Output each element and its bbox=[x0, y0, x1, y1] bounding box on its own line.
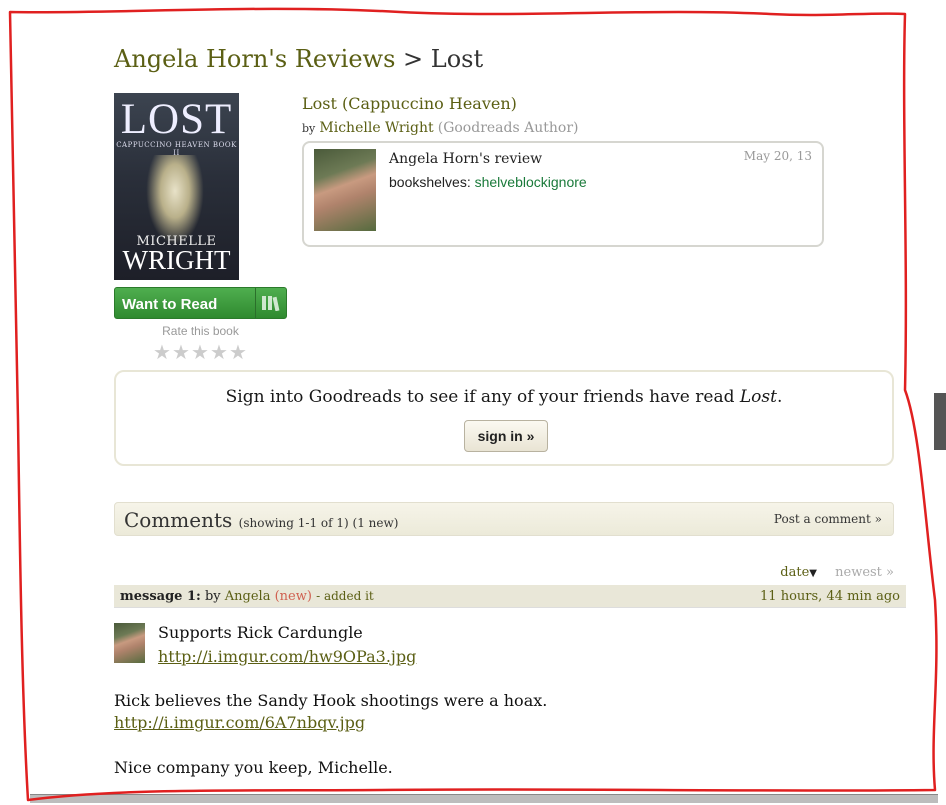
message-by: by bbox=[204, 589, 221, 604]
comments-header-bar: Comments (showing 1-1 of 1) (1 new) Post… bbox=[114, 502, 894, 536]
book-title-link[interactable]: Lost (Cappuccino Heaven) bbox=[302, 94, 517, 113]
signin-text-suffix: . bbox=[776, 387, 783, 407]
message-link-1[interactable]: http://i.imgur.com/hw9OPa3.jpg bbox=[158, 647, 416, 666]
rating-stars[interactable]: ★ ★ ★ ★ ★ bbox=[153, 342, 248, 362]
review-box: Angela Horn's review bookshelves: shelve… bbox=[302, 141, 824, 247]
signin-prompt-text: Sign into Goodreads to see if any of you… bbox=[116, 387, 892, 407]
breadcrumb-separator: > bbox=[403, 45, 424, 73]
book-byline: by Michelle Wright (Goodreads Author) bbox=[302, 120, 578, 136]
signin-text-prefix: Sign into Goodreads to see if any of you… bbox=[225, 387, 740, 407]
reviewer-reviews-link[interactable]: Angela Horn's Reviews bbox=[114, 45, 395, 73]
star-icon[interactable]: ★ bbox=[153, 342, 172, 362]
message-line-2: Rick believes the Sandy Hook shootings w… bbox=[114, 691, 548, 710]
goodreads-author-tag: (Goodreads Author) bbox=[437, 120, 579, 136]
commenter-avatar[interactable] bbox=[114, 623, 145, 663]
new-badge: (new) bbox=[274, 589, 312, 604]
want-to-read-button[interactable]: Want to Read bbox=[114, 287, 287, 319]
breadcrumb-book-title: Lost bbox=[430, 45, 484, 73]
message-line-3: Nice company you keep, Michelle. bbox=[114, 758, 393, 777]
star-icon[interactable]: ★ bbox=[172, 342, 191, 362]
sort-newest-link[interactable]: newest » bbox=[835, 565, 894, 580]
bookshelf-icon[interactable] bbox=[261, 295, 281, 311]
cover-title-text: LOST bbox=[120, 96, 233, 143]
signin-text-book: Lost bbox=[739, 387, 777, 407]
star-icon[interactable]: ★ bbox=[191, 342, 210, 362]
signin-prompt-box: Sign into Goodreads to see if any of you… bbox=[114, 370, 894, 466]
comments-count: (showing 1-1 of 1) (1 new) bbox=[238, 516, 399, 530]
message-timestamp[interactable]: 11 hours, 44 min ago bbox=[760, 589, 900, 604]
want-to-read-label: Want to Read bbox=[122, 296, 218, 313]
sign-in-button[interactable]: sign in » bbox=[464, 420, 548, 452]
book-cover-image[interactable]: LOST CAPPUCCINO HEAVEN BOOK II MICHELLE … bbox=[114, 93, 239, 280]
comments-heading: Comments (showing 1-1 of 1) (1 new) bbox=[124, 508, 398, 532]
comments-heading-text: Comments bbox=[124, 508, 233, 532]
button-divider bbox=[255, 288, 256, 318]
message-link-2[interactable]: http://i.imgur.com/6A7nbqv.jpg bbox=[114, 713, 365, 732]
cover-author-last: WRIGHT bbox=[122, 245, 231, 275]
review-date: May 20, 13 bbox=[743, 149, 812, 163]
cover-figure-art bbox=[146, 155, 204, 245]
byline-by: by bbox=[302, 122, 316, 135]
horizontal-scrollbar[interactable] bbox=[30, 794, 938, 803]
caret-down-icon[interactable]: ▼ bbox=[809, 568, 817, 579]
bookshelves-line: bookshelves: shelveblockignore bbox=[389, 174, 587, 190]
message-header: message 1: by Angela (new) - added it 11… bbox=[114, 585, 906, 608]
message-shelf-action: - added it bbox=[316, 589, 374, 603]
message-meta: message 1: by Angela (new) - added it bbox=[120, 589, 374, 604]
review-title: Angela Horn's review bbox=[389, 151, 543, 167]
star-icon[interactable]: ★ bbox=[210, 342, 229, 362]
page-title: Angela Horn's Reviews > Lost bbox=[114, 45, 483, 73]
scrollbar[interactable] bbox=[934, 393, 946, 450]
bookshelves-label: bookshelves: bbox=[389, 174, 471, 190]
shelf-link[interactable]: shelveblockignore bbox=[475, 174, 587, 190]
author-link[interactable]: Michelle Wright bbox=[319, 120, 433, 136]
comment-sort-controls: date▼ newest » bbox=[780, 565, 894, 580]
post-comment-link[interactable]: Post a comment » bbox=[774, 512, 882, 526]
message-user-link[interactable]: Angela bbox=[225, 589, 271, 604]
reviewer-avatar[interactable] bbox=[314, 149, 376, 231]
rate-this-book-label: Rate this book bbox=[162, 324, 239, 338]
message-line-1: Supports Rick Cardungle bbox=[158, 623, 363, 642]
message-number[interactable]: message 1: bbox=[120, 589, 201, 604]
star-icon[interactable]: ★ bbox=[229, 342, 248, 362]
sort-by-date-link[interactable]: date bbox=[780, 565, 809, 580]
